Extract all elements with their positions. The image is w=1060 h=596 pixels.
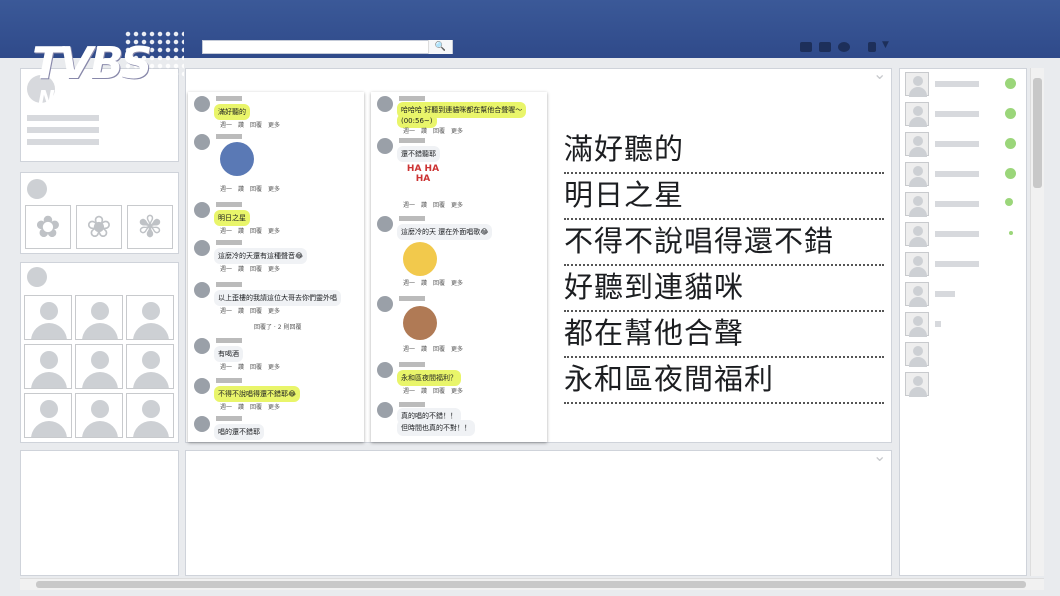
friend-avatar[interactable]: [126, 295, 174, 340]
left-bottom-panel: [20, 450, 179, 576]
search-input[interactable]: 🔍: [202, 40, 453, 54]
online-status-icon: [1005, 168, 1016, 179]
chevron-down-icon[interactable]: ⌄: [873, 446, 886, 465]
photo-icon: [27, 179, 47, 199]
friend-avatar[interactable]: [126, 393, 174, 438]
chat-contact[interactable]: [905, 282, 1025, 307]
friend-avatar[interactable]: [24, 344, 72, 389]
chat-contact[interactable]: [905, 312, 1025, 337]
flower-icon: ✾: [127, 205, 173, 249]
search-icon[interactable]: 🔍: [428, 40, 452, 54]
scroll-thumb[interactable]: [36, 581, 1026, 588]
avatar: [377, 362, 393, 378]
avatar: [377, 216, 393, 232]
subtitle-line: 明日之星: [564, 172, 884, 220]
ha-ha-sticker: HA HA HA: [403, 164, 443, 194]
chat-contact[interactable]: [905, 372, 1025, 397]
friends-group-icon: [27, 267, 47, 287]
butterfly-icon: ✿: [25, 205, 71, 249]
avatar: [194, 202, 210, 218]
subtitle-line: 永和區夜間福利: [564, 356, 884, 404]
globe-icon[interactable]: [838, 42, 850, 52]
online-status-icon: [1005, 198, 1013, 206]
online-status-icon: [1005, 108, 1016, 119]
online-status-icon: [1009, 231, 1013, 235]
sticker-image: [403, 242, 437, 276]
horizontal-scrollbar[interactable]: [20, 578, 1044, 590]
avatar: [377, 402, 393, 418]
avatar: [194, 338, 210, 354]
friend-avatar[interactable]: [24, 393, 72, 438]
avatar: [194, 378, 210, 394]
lock-icon[interactable]: [868, 42, 876, 52]
chat-contact[interactable]: [905, 222, 1025, 247]
subtitle-line: 滿好聽的: [564, 126, 884, 174]
avatar: [194, 416, 210, 432]
friend-avatar[interactable]: [126, 344, 174, 389]
chat-contact[interactable]: [905, 72, 1025, 97]
avatar: [194, 240, 210, 256]
subtitle-line: 都在幫他合聲: [564, 310, 884, 358]
comment-screenshot-right: 哈哈哈 好聽到連貓咪都在幫他合聲喔～ (00:56~) 週一 讚 回覆 更多 還…: [371, 92, 547, 442]
avatar: [377, 296, 393, 312]
online-status-icon: [1005, 138, 1016, 149]
chat-contact[interactable]: [905, 342, 1025, 367]
friend-avatar[interactable]: [24, 295, 72, 340]
chat-contact[interactable]: [905, 192, 1025, 217]
sticker-image: [403, 306, 437, 340]
vertical-scrollbar[interactable]: [1030, 68, 1044, 576]
avatar: [377, 138, 393, 154]
friend-avatar[interactable]: [75, 393, 123, 438]
friend-avatar[interactable]: [75, 344, 123, 389]
online-status-icon: [1005, 78, 1016, 89]
comment-screenshot-left: 滿好聽的 週一 讚 回覆 更多 週一 讚 回覆 更多 明日之星 週一 讚 回覆 …: [188, 92, 364, 442]
chat-contact[interactable]: [905, 132, 1025, 157]
friends-panel: [20, 262, 179, 443]
chat-contact[interactable]: [905, 252, 1025, 277]
avatar: [377, 96, 393, 112]
subtitle-line: 不得不說唱得還不錯: [564, 218, 884, 266]
tvbs-news-logo: TVBS NEWS: [24, 30, 194, 112]
friend-avatar[interactable]: [75, 295, 123, 340]
avatar: [194, 134, 210, 150]
chat-contact[interactable]: [905, 162, 1025, 187]
chevron-down-icon[interactable]: ▼: [882, 40, 889, 50]
subtitle-line: 好聽到連貓咪: [564, 264, 884, 312]
messages-icon[interactable]: [819, 42, 831, 52]
photos-panel: ✿ ❀ ✾: [20, 172, 179, 254]
scroll-thumb[interactable]: [1033, 78, 1042, 188]
chat-contact[interactable]: [905, 102, 1025, 127]
second-post-panel: [185, 450, 892, 576]
friends-icon[interactable]: [800, 42, 812, 52]
avatar: [194, 282, 210, 298]
chevron-down-icon[interactable]: ⌄: [873, 64, 886, 83]
leaf-icon: ❀: [76, 205, 122, 249]
sticker-image: [220, 142, 254, 176]
avatar: [194, 96, 210, 112]
